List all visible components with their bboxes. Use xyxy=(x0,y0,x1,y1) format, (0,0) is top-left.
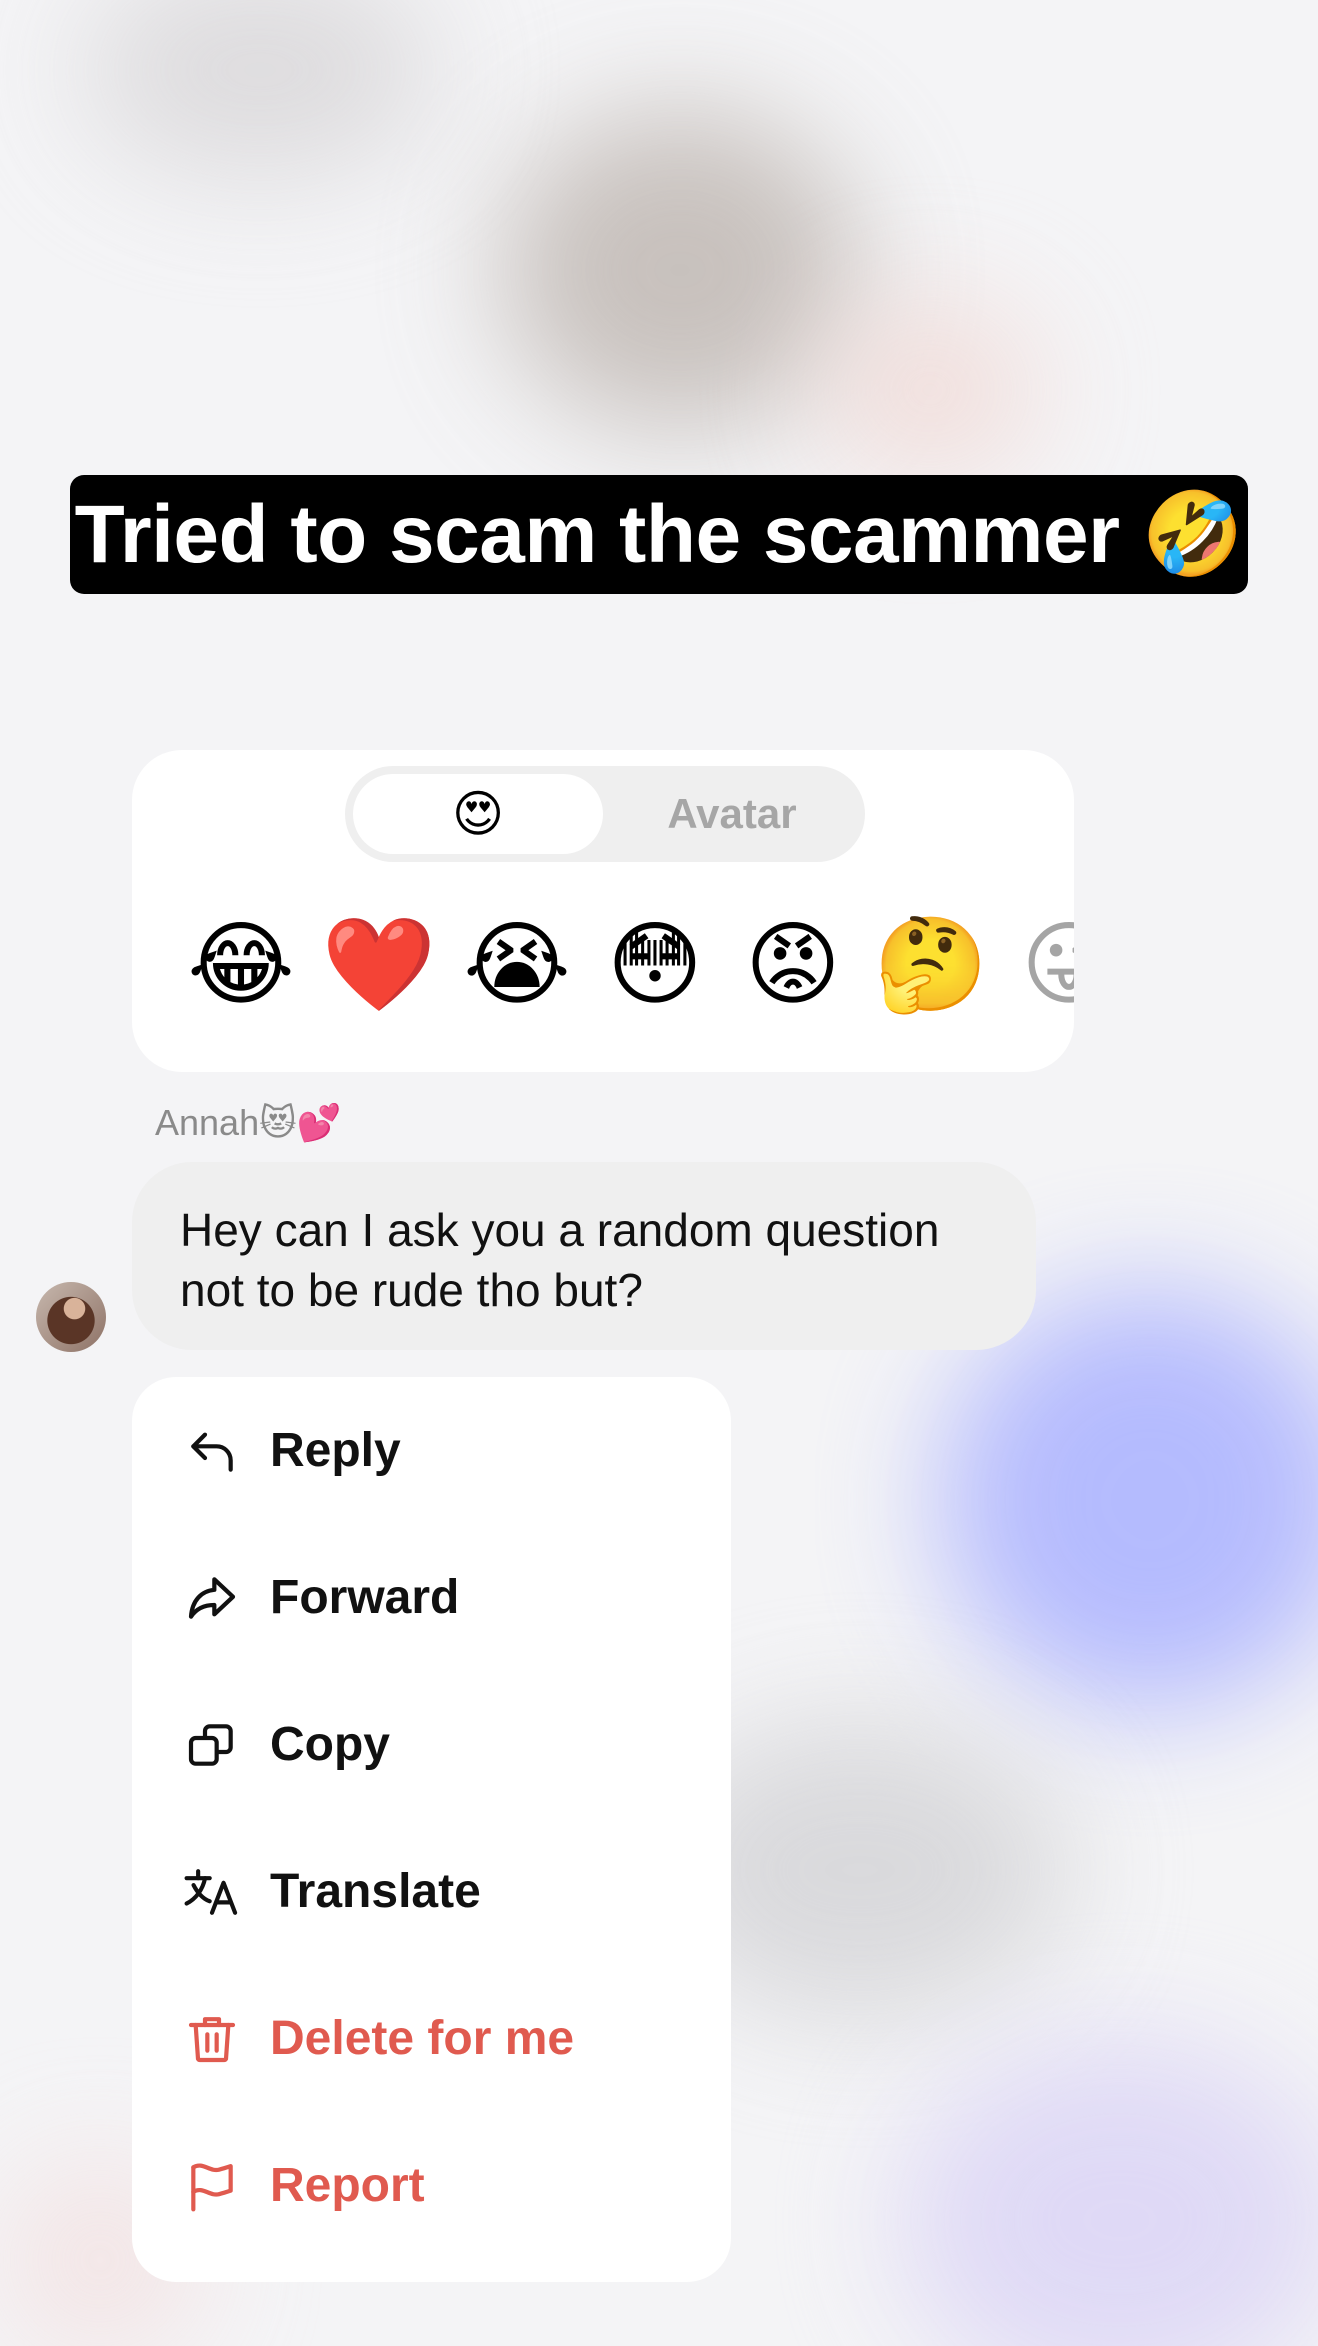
forward-menu-item[interactable]: Forward xyxy=(132,1524,731,1671)
sender-name: Annah😻💕 xyxy=(155,1102,342,1143)
reaction-crying[interactable]: 😭 xyxy=(448,910,586,1020)
menu-item-label: Copy xyxy=(270,1718,390,1771)
copy-icon xyxy=(182,1715,242,1775)
reaction-winking-tongue[interactable]: 😜 xyxy=(1000,910,1074,1020)
tab-avatar[interactable]: Avatar xyxy=(607,774,857,854)
menu-item-label: Translate xyxy=(270,1865,481,1918)
report-menu-item[interactable]: Report xyxy=(132,2112,731,2259)
reply-menu-item[interactable]: Reply xyxy=(132,1377,731,1524)
reaction-picker: 😍 Avatar 😂 ❤️ 😭 😳 😡 🤔 😜 xyxy=(132,750,1074,1072)
avatar[interactable] xyxy=(36,1282,106,1352)
reaction-thinking[interactable]: 🤔 xyxy=(862,910,1000,1020)
menu-item-label: Report xyxy=(270,2159,425,2212)
tab-emoji[interactable]: 😍 xyxy=(353,774,603,854)
reaction-joy[interactable]: 😂 xyxy=(172,910,310,1020)
reply-icon xyxy=(182,1421,242,1481)
translate-icon xyxy=(182,1862,242,1922)
menu-item-label: Delete for me xyxy=(270,2012,575,2065)
menu-item-label: Forward xyxy=(270,1571,460,1624)
trash-icon xyxy=(182,2009,242,2069)
menu-item-label: Reply xyxy=(270,1424,401,1477)
delete-for-me-menu-item[interactable]: Delete for me xyxy=(132,1965,731,2112)
copy-menu-item[interactable]: Copy xyxy=(132,1671,731,1818)
reaction-heart[interactable]: ❤️ xyxy=(310,910,448,1020)
reaction-angry[interactable]: 😡 xyxy=(724,910,862,1020)
message-bubble[interactable]: Hey can I ask you a random question not … xyxy=(132,1162,1036,1350)
reaction-flushed[interactable]: 😳 xyxy=(586,910,724,1020)
emoji-row: 😂 ❤️ 😭 😳 😡 🤔 😜 xyxy=(172,910,1074,1020)
translate-menu-item[interactable]: Translate xyxy=(132,1818,731,1965)
flag-icon xyxy=(182,2156,242,2216)
message-context-menu: Reply Forward Copy Translate Delete for … xyxy=(132,1377,731,2282)
video-caption: Tried to scam the scammer 🤣 xyxy=(70,475,1248,594)
forward-icon xyxy=(182,1568,242,1628)
reaction-type-toggle: 😍 Avatar xyxy=(345,766,865,862)
